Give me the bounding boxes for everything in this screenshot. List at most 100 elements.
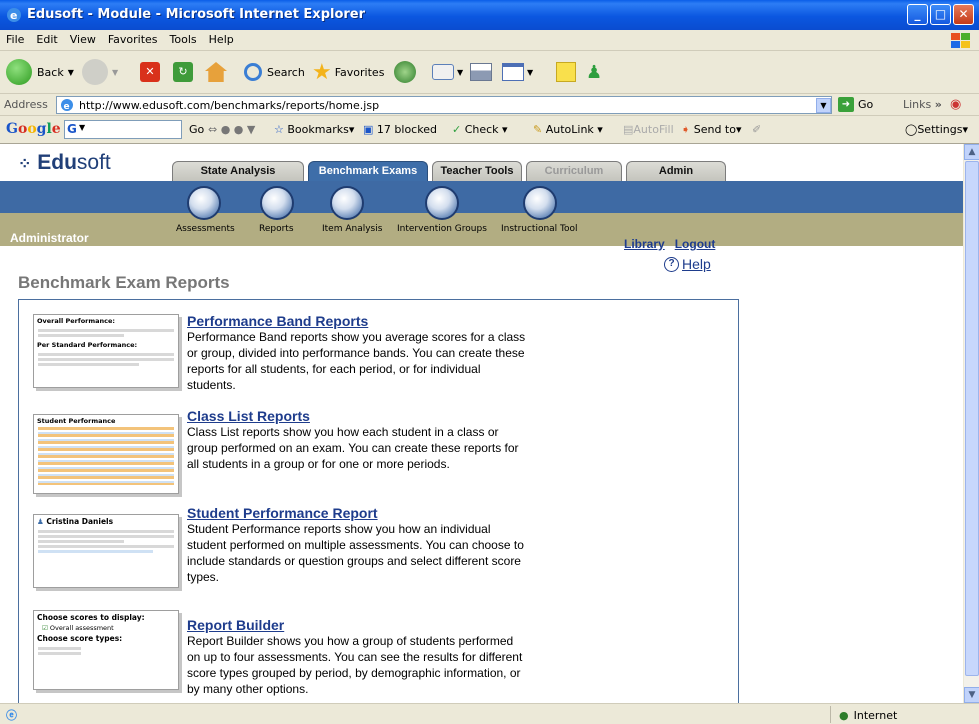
security-zone: ● Internet	[830, 706, 960, 723]
assessments-icon[interactable]	[187, 186, 221, 220]
forward-dropdown-icon[interactable]: ▼	[112, 68, 118, 77]
sendto-label: Send to	[693, 123, 736, 136]
tab-state-analysis[interactable]: State Analysis	[172, 161, 304, 181]
popup-blocker-button[interactable]: ▣ 17 blocked	[363, 123, 437, 136]
student-performance-report-link[interactable]: Student Performance Report	[187, 505, 378, 521]
history-button[interactable]	[394, 58, 416, 86]
menu-file[interactable]: File	[0, 30, 30, 46]
tab-admin[interactable]: Admin	[626, 161, 726, 181]
nav-intervention-groups[interactable]: Intervention Groups	[397, 224, 487, 234]
report-builder-link[interactable]: Report Builder	[187, 617, 284, 633]
address-input[interactable]: e http://www.edusoft.com/benchmarks/repo…	[56, 96, 832, 114]
search-button[interactable]: Search	[244, 58, 305, 86]
menu-edit[interactable]: Edit	[30, 30, 63, 46]
student-performance-thumbnail[interactable]: ♟ Cristina Daniels	[33, 514, 179, 588]
links-toolbar[interactable]: Links »	[903, 98, 942, 111]
google-icons-group[interactable]: ⇔ ● ● ▼	[208, 123, 255, 136]
forward-button[interactable]: ▼	[82, 58, 118, 86]
sendto-button[interactable]: ➧ Send to▾	[681, 123, 742, 136]
highlight-icon[interactable]: ✐	[752, 123, 761, 136]
menu-view[interactable]: View	[64, 30, 102, 46]
menu-favorites[interactable]: Favorites	[102, 30, 164, 46]
mail-button[interactable]: ▼	[432, 58, 463, 86]
back-dropdown-icon[interactable]: ▼	[68, 68, 74, 77]
bookmarks-button[interactable]: ☆ Bookmarks▾	[274, 123, 354, 136]
class-list-description: Class List reports show you how each stu…	[187, 425, 519, 471]
class-list-thumbnail[interactable]: Student Performance	[33, 414, 179, 494]
spellcheck-button[interactable]: ✓ Check ▾	[452, 123, 508, 136]
performance-band-description: Performance Band reports show you averag…	[187, 330, 526, 392]
autofill-button[interactable]: ▤AutoFill	[623, 123, 674, 136]
autolink-button[interactable]: ✎ AutoLink ▾	[533, 123, 603, 136]
note-icon	[556, 62, 576, 82]
library-link[interactable]: Library	[624, 237, 665, 251]
bookmarks-label: Bookmarks	[287, 123, 349, 136]
settings-icon: ◯	[905, 123, 918, 136]
google-search-input[interactable]: G ▼	[64, 120, 182, 139]
home-button[interactable]	[205, 58, 227, 86]
window-title: Edusoft - Module - Microsoft Internet Ex…	[27, 7, 366, 22]
svg-text:e: e	[64, 102, 70, 112]
links-extra-icon[interactable]: ◉	[950, 97, 961, 112]
intervention-groups-icon[interactable]	[425, 186, 459, 220]
bookmark-star-icon: ☆	[274, 123, 284, 136]
nav-reports[interactable]: Reports	[259, 224, 294, 234]
globe-icon: ●	[839, 709, 849, 722]
refresh-icon: ↻	[173, 62, 193, 82]
address-dropdown-icon[interactable]: ▼	[816, 98, 831, 113]
google-logo[interactable]: Google	[6, 121, 61, 137]
menu-bar: File Edit View Favorites Tools Help	[0, 30, 979, 51]
thumb-heading-2: Choose score types:	[37, 634, 123, 643]
thumb-heading-2: Per Standard Performance:	[37, 341, 138, 349]
page-icon: e	[61, 99, 73, 112]
history-icon	[394, 61, 416, 83]
print-button[interactable]	[470, 58, 492, 86]
tab-teacher-tools[interactable]: Teacher Tools	[432, 161, 522, 181]
nav-assessments[interactable]: Assessments	[176, 224, 235, 234]
user-role-label: Administrator	[10, 231, 89, 245]
status-page-icon: ⓔ	[6, 709, 17, 722]
report-builder-description: Report Builder shows you how a group of …	[187, 634, 523, 696]
stop-button[interactable]: ✕	[140, 58, 160, 86]
favorites-button[interactable]: ★ Favorites	[312, 58, 384, 86]
thumb-heading: Choose scores to display:	[37, 613, 145, 622]
google-dropdown-icon[interactable]: ▼	[79, 123, 85, 132]
class-list-reports-link[interactable]: Class List Reports	[187, 408, 310, 424]
tab-benchmark-exams[interactable]: Benchmark Exams	[308, 161, 428, 181]
help-link[interactable]: Help	[682, 256, 711, 272]
discuss-button[interactable]	[556, 58, 576, 86]
scroll-up-icon[interactable]: ▲	[964, 144, 979, 160]
mail-dropdown-icon[interactable]: ▼	[457, 68, 463, 77]
maximize-button[interactable]: □	[930, 4, 951, 25]
instructional-tool-icon[interactable]	[523, 186, 557, 220]
vertical-scrollbar[interactable]: ▲ ▼	[963, 144, 979, 703]
thumb-heading: Overall Performance:	[37, 317, 116, 325]
logout-link[interactable]: Logout	[675, 237, 716, 251]
tab-curriculum: Curriculum	[526, 161, 622, 181]
item-analysis-icon[interactable]	[330, 186, 364, 220]
google-go-button[interactable]: Go	[189, 123, 204, 136]
scroll-down-icon[interactable]: ▼	[964, 687, 979, 703]
settings-button[interactable]: ◯Settings▾	[905, 123, 968, 136]
help-link-group[interactable]: ? Help	[664, 256, 711, 272]
minimize-button[interactable]: _	[907, 4, 928, 25]
windows-logo-icon	[951, 33, 970, 48]
back-button[interactable]: Back ▼	[6, 58, 74, 86]
reports-icon[interactable]	[260, 186, 294, 220]
nav-item-analysis[interactable]: Item Analysis	[322, 224, 382, 234]
edusoft-logo[interactable]: ⁘ Edusoft	[18, 151, 111, 175]
report-builder-thumbnail[interactable]: Choose scores to display: ☑ Overall asse…	[33, 610, 179, 690]
messenger-button[interactable]: ♟	[586, 58, 602, 86]
go-button[interactable]: ➜ Go	[838, 97, 873, 112]
refresh-button[interactable]: ↻	[173, 58, 193, 86]
messenger-icon: ♟	[586, 61, 603, 83]
close-button[interactable]: ✕	[953, 4, 974, 25]
edit-dropdown-icon[interactable]: ▼	[527, 68, 533, 77]
menu-help[interactable]: Help	[203, 30, 240, 46]
performance-band-reports-link[interactable]: Performance Band Reports	[187, 313, 368, 329]
nav-instructional-tool[interactable]: Instructional Tool	[501, 224, 578, 234]
menu-tools[interactable]: Tools	[164, 30, 203, 46]
edit-button[interactable]: ▼	[502, 58, 533, 86]
performance-band-thumbnail[interactable]: Overall Performance: Per Standard Perfor…	[33, 314, 179, 388]
scroll-thumb[interactable]	[965, 161, 979, 676]
